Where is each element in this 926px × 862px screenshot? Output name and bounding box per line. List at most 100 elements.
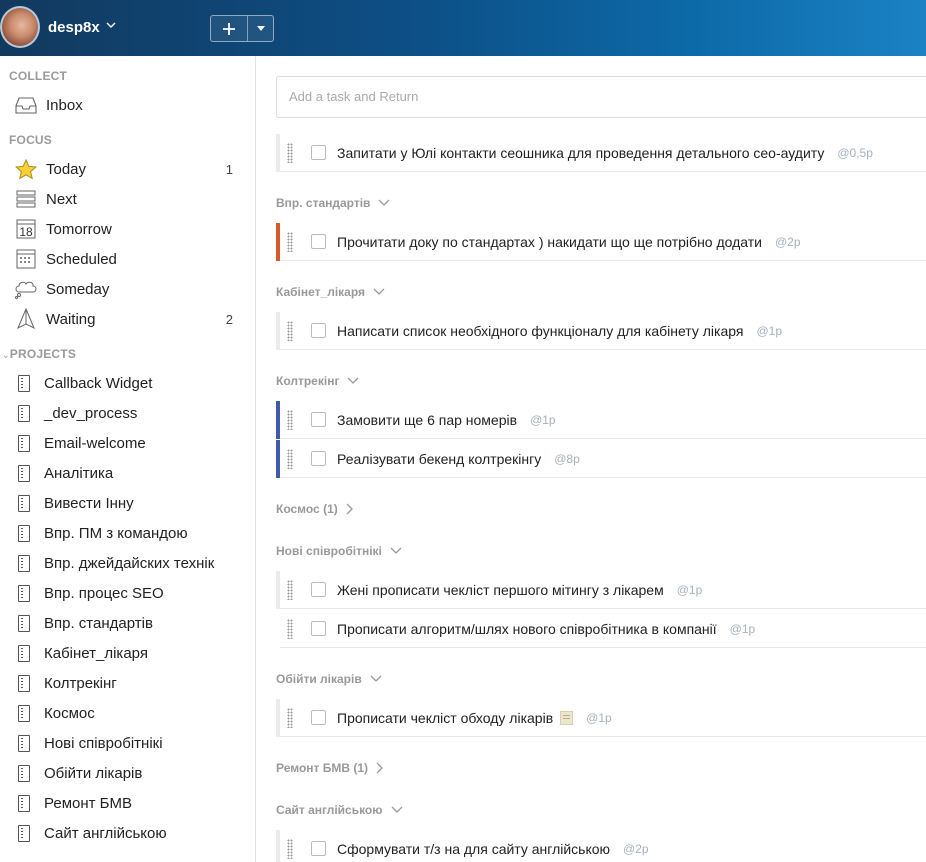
sidebar-project-item[interactable]: Сайт англійською (0, 818, 255, 848)
collect-section-title: COLLECT (9, 69, 68, 83)
task-checkbox[interactable] (311, 412, 326, 427)
drag-handle-icon[interactable] (287, 579, 293, 600)
project-icon (18, 374, 30, 392)
group-header[interactable]: Кабінет_лікаря (276, 282, 385, 302)
group-header[interactable]: Сайт англійською (276, 800, 403, 820)
task-checkbox[interactable] (311, 145, 326, 160)
add-task-input[interactable]: Add a task and Return (276, 76, 926, 118)
note-icon[interactable] (560, 710, 574, 725)
sidebar-project-item[interactable]: Впр. ПМ з командою (0, 518, 255, 548)
task-tag[interactable]: @1p (530, 413, 556, 427)
task-row[interactable]: Запитати у Юлі контакти сеошника для про… (276, 133, 926, 172)
sidebar-project-item[interactable]: Ремонт БМВ (0, 788, 255, 818)
task-checkbox[interactable] (311, 323, 326, 338)
task-row[interactable]: Реалізувати бекенд колтрекінгу @8p (276, 439, 926, 478)
task-tag[interactable]: @2p (775, 235, 801, 249)
task-row[interactable]: Прописати алгоритм/шлях нового співробіт… (276, 609, 926, 648)
group-header[interactable]: Впр. стандартів (276, 193, 390, 213)
task-checkbox[interactable] (311, 582, 326, 597)
group-label: Кабінет_лікаря (276, 285, 366, 299)
task-title: Замовити ще 6 пар номерів (337, 411, 518, 428)
task-tag[interactable]: @2p (623, 842, 649, 856)
project-icon (18, 614, 30, 632)
sidebar-item-tomorrow[interactable]: 18 Tomorrow (0, 214, 255, 244)
sidebar-item-next[interactable]: Next (0, 184, 255, 214)
sidebar-project-item[interactable]: Впр. джейдайских технік (0, 548, 255, 578)
sidebar-project-item[interactable]: Email-welcome (0, 428, 255, 458)
sidebar-project-item[interactable]: Нові співробітнікі (0, 728, 255, 758)
task-title: Жені прописати чекліст першого мітингу з… (337, 581, 664, 598)
task-row[interactable]: Прописати чекліст обходу лікарів @1p (276, 698, 926, 737)
task-checkbox[interactable] (311, 841, 326, 856)
add-dropdown-button[interactable] (248, 16, 273, 41)
avatar[interactable] (0, 6, 40, 48)
task-tag[interactable]: @8p (554, 452, 580, 466)
drag-handle-icon[interactable] (287, 448, 293, 469)
task-tag[interactable]: @0,5p (837, 146, 873, 160)
drag-handle-icon[interactable] (287, 618, 293, 639)
drag-handle-icon[interactable] (287, 409, 293, 430)
task-tag[interactable]: @1p (756, 324, 782, 338)
sidebar: COLLECT Inbox FOCUS Today 1 Next 18 Tomo… (0, 56, 256, 862)
sidebar-project-item[interactable]: Впр. процес SEO (0, 578, 255, 608)
project-label: Кабінет_лікаря (44, 644, 148, 662)
username[interactable]: desp8x (48, 19, 100, 36)
sidebar-item-scheduled[interactable]: Scheduled (0, 244, 255, 274)
task-checkbox[interactable] (311, 451, 326, 466)
projects-section-title[interactable]: ⌄PROJECTS (0, 334, 255, 368)
task-tag[interactable]: @1p (586, 711, 612, 725)
task-row[interactable]: Прочитати доку по стандартах ) накидати … (276, 222, 926, 261)
sidebar-item-label: Next (46, 190, 77, 208)
sidebar-project-item[interactable]: Кабінет_лікаря (0, 638, 255, 668)
task-row[interactable]: Написати список необхідного функціоналу … (276, 311, 926, 350)
caret-down-icon (256, 25, 265, 31)
task-checkbox[interactable] (311, 621, 326, 636)
group-header[interactable]: Нові співробітнікі (276, 541, 402, 561)
task-tag[interactable]: @1p (677, 583, 703, 597)
sidebar-project-item[interactable]: Callback Widget (0, 368, 255, 398)
chevron-down-icon[interactable] (105, 19, 117, 31)
sidebar-project-item[interactable]: _dev_process (0, 398, 255, 428)
task-checkbox[interactable] (311, 710, 326, 725)
task-title: Сформувати т/з на для сайту англійською (337, 840, 611, 857)
project-icon (18, 794, 30, 812)
drag-handle-icon[interactable] (287, 320, 293, 341)
project-label: Впр. ПМ з командою (44, 524, 188, 542)
add-button[interactable] (211, 16, 248, 41)
sidebar-project-item[interactable]: Впр. стандартів (0, 608, 255, 638)
drag-handle-icon[interactable] (287, 142, 293, 163)
drag-handle-icon[interactable] (287, 838, 293, 859)
chevron-down-icon (391, 806, 403, 814)
sidebar-project-item[interactable]: Вивести Інну (0, 488, 255, 518)
project-label: _dev_process (44, 404, 138, 422)
waiting-sail-icon (14, 308, 38, 330)
chevron-right-icon (376, 762, 384, 774)
task-row[interactable]: Сформувати т/з на для сайту англійською … (276, 829, 926, 862)
sidebar-item-waiting[interactable]: Waiting 2 (0, 304, 255, 334)
group-label: Нові співробітнікі (276, 544, 382, 558)
sidebar-item-today[interactable]: Today 1 (0, 154, 255, 184)
sidebar-project-item[interactable]: Аналітика (0, 458, 255, 488)
project-label: Космос (44, 704, 95, 722)
group-header[interactable]: Обійти лікарів (276, 669, 382, 689)
drag-handle-icon[interactable] (287, 707, 293, 728)
task-checkbox[interactable] (311, 234, 326, 249)
group-header[interactable]: Колтрекінг (276, 371, 359, 391)
drag-handle-icon[interactable] (287, 231, 293, 252)
sidebar-project-item[interactable]: Космос (0, 698, 255, 728)
group-header[interactable]: Космос (1) (276, 499, 354, 519)
task-stripe (276, 829, 280, 862)
task-row[interactable]: Замовити ще 6 пар номерів @1p (276, 400, 926, 439)
sidebar-item-inbox[interactable]: Inbox (0, 90, 255, 120)
group-header[interactable]: Ремонт БМВ (1) (276, 758, 384, 778)
task-row[interactable]: Жені прописати чекліст першого мітингу з… (276, 570, 926, 609)
sidebar-item-label: Tomorrow (46, 220, 112, 238)
sidebar-item-someday[interactable]: Someday (0, 274, 255, 304)
project-label: Впр. процес SEO (44, 584, 164, 602)
task-tag[interactable]: @1p (730, 622, 756, 636)
sidebar-project-item[interactable]: Колтрекінг (0, 668, 255, 698)
sidebar-project-item[interactable]: Обійти лікарів (0, 758, 255, 788)
project-icon (18, 554, 30, 572)
task-stripe (276, 698, 280, 737)
project-label: Впр. стандартів (44, 614, 153, 632)
